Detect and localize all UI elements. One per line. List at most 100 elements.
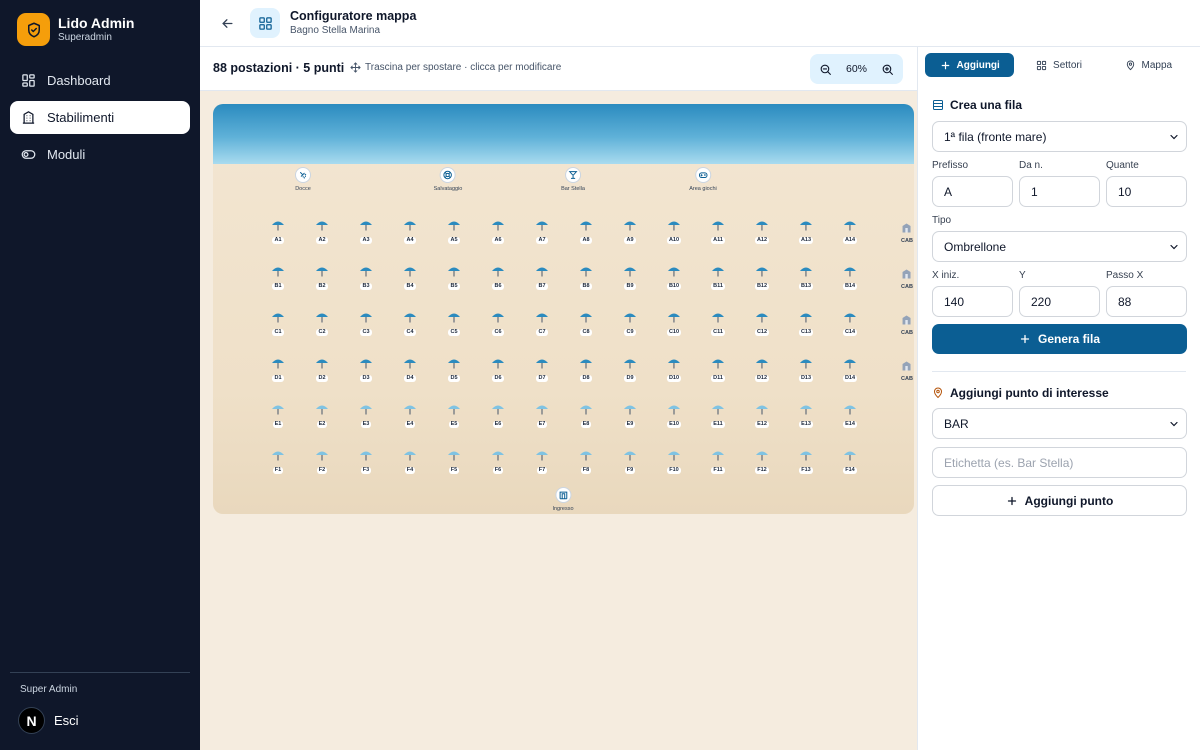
umbrella-spot[interactable]: E14 (843, 402, 857, 428)
cabin[interactable]: CAB (901, 266, 913, 290)
umbrella-spot[interactable]: F6 (491, 448, 505, 474)
prefix-input[interactable]: A (932, 176, 1013, 207)
umbrella-spot[interactable]: C5 (447, 310, 461, 336)
y-input[interactable]: 220 (1019, 286, 1100, 317)
from-input[interactable]: 1 (1019, 176, 1100, 207)
umbrella-spot[interactable]: A4 (403, 218, 417, 244)
umbrella-spot[interactable]: F12 (755, 448, 769, 474)
generate-row-button[interactable]: Genera fila (932, 324, 1187, 354)
umbrella-spot[interactable]: E11 (711, 402, 725, 428)
umbrella-spot[interactable]: E5 (447, 402, 461, 428)
umbrella-spot[interactable]: D9 (623, 356, 637, 382)
umbrella-spot[interactable]: D3 (359, 356, 373, 382)
umbrella-spot[interactable]: B8 (579, 264, 593, 290)
umbrella-spot[interactable]: B9 (623, 264, 637, 290)
tab-mappa[interactable]: Mappa (1104, 53, 1193, 77)
x-input[interactable]: 140 (932, 286, 1013, 317)
add-poi-button[interactable]: Aggiungi punto (932, 485, 1187, 516)
cabin[interactable]: CAB (901, 220, 913, 244)
umbrella-spot[interactable]: A7 (535, 218, 549, 244)
umbrella-spot[interactable]: E8 (579, 402, 593, 428)
umbrella-spot[interactable]: A12 (754, 218, 770, 244)
umbrella-spot[interactable]: F13 (799, 448, 813, 474)
logout-button[interactable]: N Esci (10, 707, 190, 734)
umbrella-spot[interactable]: F3 (359, 448, 373, 474)
poi-ingresso[interactable]: Ingresso (552, 487, 574, 512)
umbrella-spot[interactable]: C11 (711, 310, 725, 336)
poi-type-select[interactable]: BAR (932, 408, 1187, 439)
umbrella-spot[interactable]: E3 (359, 402, 373, 428)
umbrella-spot[interactable]: A5 (447, 218, 461, 244)
umbrella-spot[interactable]: B5 (447, 264, 461, 290)
umbrella-spot[interactable]: F2 (315, 448, 329, 474)
umbrella-spot[interactable]: D1 (271, 356, 285, 382)
sidebar-item-stabilimenti[interactable]: Stabilimenti (10, 101, 190, 134)
umbrella-spot[interactable]: D11 (711, 356, 725, 382)
tab-settori[interactable]: Settori (1014, 53, 1103, 77)
zoom-in-button[interactable] (880, 61, 896, 77)
umbrella-spot[interactable]: F14 (843, 448, 857, 474)
umbrella-spot[interactable]: F7 (535, 448, 549, 474)
umbrella-spot[interactable]: F10 (667, 448, 681, 474)
umbrella-spot[interactable]: D5 (447, 356, 461, 382)
cabin[interactable]: CAB (901, 312, 913, 336)
type-select[interactable]: Ombrellone (932, 231, 1187, 262)
umbrella-spot[interactable]: F5 (447, 448, 461, 474)
umbrella-spot[interactable]: B3 (359, 264, 373, 290)
sidebar-item-dashboard[interactable]: Dashboard (10, 64, 190, 97)
poi-docce[interactable]: Docce (295, 167, 311, 192)
umbrella-spot[interactable]: E4 (403, 402, 417, 428)
umbrella-spot[interactable]: D6 (491, 356, 505, 382)
poi-label-input[interactable]: Etichetta (es. Bar Stella) (932, 447, 1187, 478)
umbrella-spot[interactable]: D2 (315, 356, 329, 382)
umbrella-spot[interactable]: C1 (271, 310, 285, 336)
umbrella-spot[interactable]: A6 (491, 218, 505, 244)
umbrella-spot[interactable]: F9 (623, 448, 637, 474)
umbrella-spot[interactable]: B12 (754, 264, 770, 290)
umbrella-spot[interactable]: A10 (666, 218, 682, 244)
umbrella-spot[interactable]: B4 (403, 264, 417, 290)
umbrella-spot[interactable]: F4 (403, 448, 417, 474)
umbrella-spot[interactable]: A11 (711, 218, 725, 244)
umbrella-spot[interactable]: C3 (359, 310, 373, 336)
back-button[interactable] (217, 13, 237, 33)
umbrella-spot[interactable]: C2 (315, 310, 329, 336)
umbrella-spot[interactable]: C8 (579, 310, 593, 336)
umbrella-spot[interactable]: B11 (711, 264, 725, 290)
umbrella-spot[interactable]: D14 (842, 356, 858, 382)
umbrella-spot[interactable]: B13 (798, 264, 814, 290)
umbrella-spot[interactable]: C12 (754, 310, 770, 336)
umbrella-spot[interactable]: C10 (666, 310, 682, 336)
umbrella-spot[interactable]: B6 (491, 264, 505, 290)
umbrella-spot[interactable]: C7 (535, 310, 549, 336)
umbrella-spot[interactable]: E6 (491, 402, 505, 428)
umbrella-spot[interactable]: D13 (798, 356, 814, 382)
umbrella-spot[interactable]: C13 (798, 310, 814, 336)
umbrella-spot[interactable]: D8 (579, 356, 593, 382)
umbrella-spot[interactable]: E9 (623, 402, 637, 428)
umbrella-spot[interactable]: A8 (579, 218, 593, 244)
umbrella-spot[interactable]: E2 (315, 402, 329, 428)
umbrella-spot[interactable]: A3 (359, 218, 373, 244)
umbrella-spot[interactable]: D12 (754, 356, 770, 382)
umbrella-spot[interactable]: F11 (711, 448, 725, 474)
umbrella-spot[interactable]: B1 (271, 264, 285, 290)
umbrella-spot[interactable]: E10 (667, 402, 681, 428)
poi-salvataggio[interactable]: Salvataggio (434, 167, 462, 192)
umbrella-spot[interactable]: A2 (315, 218, 329, 244)
umbrella-spot[interactable]: B14 (842, 264, 858, 290)
umbrella-spot[interactable]: C4 (403, 310, 417, 336)
umbrella-spot[interactable]: B2 (315, 264, 329, 290)
umbrella-spot[interactable]: A1 (271, 218, 285, 244)
umbrella-spot[interactable]: A14 (842, 218, 858, 244)
tab-aggiungi[interactable]: Aggiungi (925, 53, 1015, 77)
poi-bar-stella[interactable]: Bar Stella (561, 167, 585, 192)
poi-area-giochi[interactable]: Area giochi (689, 167, 717, 192)
cabin[interactable]: CAB (901, 358, 913, 382)
count-input[interactable]: 10 (1106, 176, 1187, 207)
umbrella-spot[interactable]: E13 (799, 402, 813, 428)
umbrella-spot[interactable]: C14 (842, 310, 858, 336)
umbrella-spot[interactable]: C9 (623, 310, 637, 336)
umbrella-spot[interactable]: E1 (271, 402, 285, 428)
step-input[interactable]: 88 (1106, 286, 1187, 317)
